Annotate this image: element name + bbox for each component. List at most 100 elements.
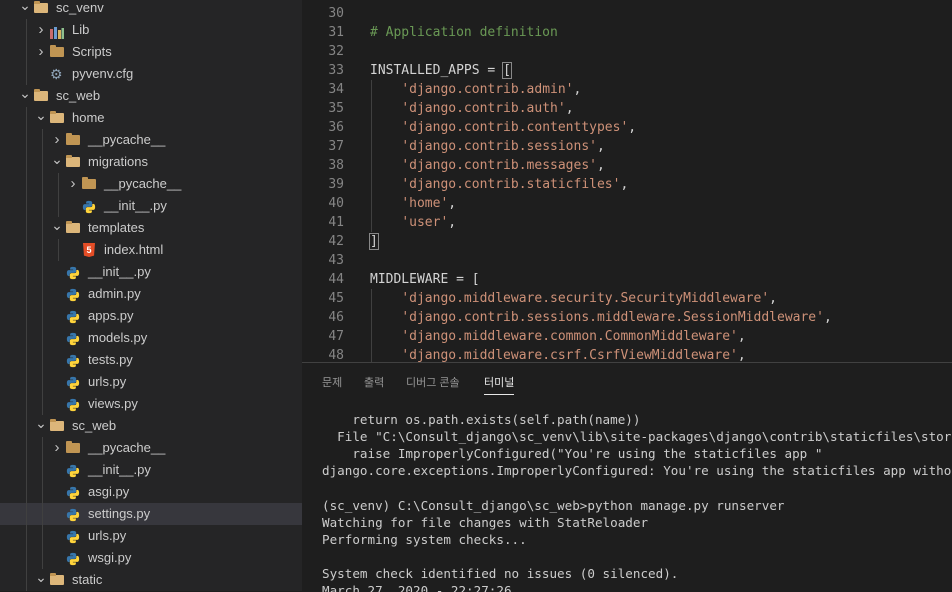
chevron-down-icon[interactable]: ⌄ — [50, 217, 64, 239]
code-token: , — [628, 120, 637, 135]
folder-item[interactable]: › __pycache__ — [0, 129, 302, 151]
tree-item-label: urls.py — [88, 374, 127, 389]
chevron-down-icon[interactable]: ⌄ — [18, 0, 32, 19]
code-editor[interactable]: 30 31 # Application definition 32 33 INSTALLE… — [302, 0, 952, 362]
indent-guide — [26, 349, 27, 371]
chevron-right-icon[interactable]: › — [50, 437, 64, 459]
chevron-right-icon[interactable]: › — [66, 173, 80, 195]
chevron-down-icon[interactable]: ⌄ — [34, 569, 48, 591]
code-token: [ — [502, 62, 512, 79]
terminal-line: return os.path.exists(self.path(name)) — [322, 412, 641, 427]
folder-item[interactable]: ⌄ static — [0, 569, 302, 591]
file-item[interactable]: __init__.py — [0, 195, 302, 217]
code-line[interactable]: 38 'django.contrib.messages', — [302, 156, 952, 175]
chevron-right-icon[interactable]: › — [34, 19, 48, 41]
file-item[interactable]: admin.py — [0, 283, 302, 305]
folder-item[interactable]: › Scripts — [0, 41, 302, 63]
gear-icon: ⚙ — [50, 66, 63, 82]
folder-item[interactable]: ⌄ migrations — [0, 151, 302, 173]
code-text: 'django.middleware.common.CommonMiddlewa… — [370, 327, 745, 346]
folder-item[interactable]: › __pycache__ — [0, 437, 302, 459]
line-number: 44 — [328, 272, 344, 287]
chevron-right-icon[interactable]: › — [34, 41, 48, 63]
indent-guide — [42, 459, 43, 481]
folder-item[interactable]: ⌄ sc_venv — [0, 0, 302, 19]
bottom-panel: 문제 출력 디버그 콘솔 터미널 return os.path.exists(self… — [302, 362, 952, 592]
code-text: 'home', — [370, 194, 456, 213]
panel-tab[interactable]: 출력 — [364, 374, 384, 390]
file-item[interactable]: __init__.py — [0, 459, 302, 481]
indent-guide — [26, 415, 27, 437]
chevron-down-icon[interactable]: ⌄ — [18, 85, 32, 107]
python-file-icon — [66, 309, 80, 324]
indent-guide — [42, 129, 43, 151]
code-line[interactable]: 45 'django.middleware.security.SecurityM… — [302, 289, 952, 308]
python-file-icon — [66, 287, 80, 302]
file-item[interactable]: wsgi.py — [0, 547, 302, 569]
line-number: 37 — [328, 139, 344, 154]
indent-guide — [26, 151, 27, 173]
code-line[interactable]: 42] — [302, 232, 952, 251]
chevron-down-icon[interactable]: ⌄ — [34, 415, 48, 437]
chevron-down-icon[interactable]: ⌄ — [50, 151, 64, 173]
code-line[interactable]: 30 — [302, 4, 952, 23]
code-token: , — [823, 310, 832, 325]
panel-tab[interactable]: 터미널 — [484, 374, 515, 395]
folder-item[interactable]: ⌄ sc_web — [0, 415, 302, 437]
indent-guide — [26, 41, 27, 63]
tree-item-label: __pycache__ — [88, 440, 166, 455]
code-line[interactable]: 39 'django.contrib.staticfiles', — [302, 175, 952, 194]
code-line[interactable]: 31 # Application definition — [302, 23, 952, 42]
indent-guide — [26, 327, 27, 349]
code-line[interactable]: 41 'user', — [302, 213, 952, 232]
folder-item[interactable]: ⌄ templates — [0, 217, 302, 239]
panel-tab[interactable]: 문제 — [322, 374, 342, 390]
code-string: 'django.middleware.csrf.CsrfViewMiddlewa… — [401, 348, 738, 362]
file-item[interactable]: __init__.py — [0, 261, 302, 283]
tree-item-label: sc_web — [56, 88, 101, 103]
folder-item[interactable]: ⌄ home — [0, 107, 302, 129]
code-line[interactable]: 36 'django.contrib.contenttypes', — [302, 118, 952, 137]
folder-item[interactable]: ⌄ sc_web — [0, 85, 302, 107]
indent-guide — [26, 283, 27, 305]
indent-guide — [42, 283, 43, 305]
code-line[interactable]: 34 'django.contrib.admin', — [302, 80, 952, 99]
panel-tab[interactable]: 디버그 콘솔 — [406, 374, 460, 390]
chevron-down-icon[interactable]: ⌄ — [34, 107, 48, 129]
line-number: 35 — [328, 101, 344, 116]
file-item[interactable]: views.py — [0, 393, 302, 415]
code-line[interactable]: 35 'django.contrib.auth', — [302, 99, 952, 118]
indent-guide — [26, 195, 27, 217]
chevron-right-icon[interactable]: › — [50, 129, 64, 151]
code-line[interactable]: 37 'django.contrib.sessions', — [302, 137, 952, 156]
file-item[interactable]: urls.py — [0, 371, 302, 393]
line-number: 43 — [328, 253, 344, 268]
code-line[interactable]: 43 — [302, 251, 952, 270]
code-line[interactable]: 44 MIDDLEWARE = [ — [302, 270, 952, 289]
file-item[interactable]: 5 index.html — [0, 239, 302, 261]
file-item[interactable]: ⚙ pyvenv.cfg — [0, 63, 302, 85]
code-line[interactable]: 47 'django.middleware.common.CommonMiddl… — [302, 327, 952, 346]
file-item[interactable]: settings.py — [0, 503, 302, 525]
code-string: 'django.middleware.common.CommonMiddlewa… — [401, 329, 738, 344]
file-item[interactable]: urls.py — [0, 525, 302, 547]
tree-item-label: static — [72, 572, 103, 587]
code-line[interactable]: 32 — [302, 42, 952, 61]
code-line[interactable]: 33 INSTALLED_APPS = [ — [302, 61, 952, 80]
code-line[interactable]: 46 'django.contrib.sessions.middleware.S… — [302, 308, 952, 327]
code-line[interactable]: 40 'home', — [302, 194, 952, 213]
code-string: 'django.contrib.sessions.middleware.Sess… — [401, 310, 824, 325]
file-item[interactable]: models.py — [0, 327, 302, 349]
file-item[interactable]: tests.py — [0, 349, 302, 371]
file-item[interactable]: asgi.py — [0, 481, 302, 503]
file-item[interactable]: apps.py — [0, 305, 302, 327]
folder-item[interactable]: › Lib — [0, 19, 302, 41]
folder-item[interactable]: › __pycache__ — [0, 173, 302, 195]
indent-guide — [42, 349, 43, 371]
line-number: 32 — [328, 44, 344, 59]
code-line[interactable]: 48 'django.middleware.csrf.CsrfViewMiddl… — [302, 346, 952, 362]
